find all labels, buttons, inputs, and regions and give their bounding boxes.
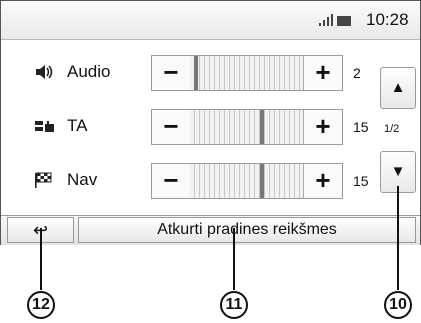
callout-11: 11 bbox=[220, 291, 248, 319]
row-audio: Audio − + 2 bbox=[1, 53, 381, 93]
status-bar: 10:28 bbox=[1, 1, 420, 40]
signal-icon bbox=[319, 14, 333, 26]
page-indicator: 1/2 bbox=[384, 123, 400, 135]
nav-slider-marker[interactable] bbox=[260, 164, 264, 198]
ta-slider-track[interactable] bbox=[190, 110, 304, 144]
nav-slider-track[interactable] bbox=[190, 164, 304, 198]
audio-volume-slider[interactable]: − + bbox=[151, 55, 343, 91]
ta-minus-button[interactable]: − bbox=[152, 110, 191, 144]
ta-slider-marker[interactable] bbox=[260, 110, 264, 144]
reset-defaults-button[interactable]: Atkurti pradines reikšmes bbox=[78, 217, 416, 243]
callout-10: 10 bbox=[384, 291, 412, 319]
audio-slider-track[interactable] bbox=[190, 56, 304, 90]
row-ta: TA − + 15 bbox=[1, 107, 381, 147]
traffic-announcement-icon bbox=[34, 118, 54, 134]
settings-screen: 10:28 Audio − + 2 TA − + 15 Nav − + 15 ▲… bbox=[0, 0, 421, 245]
audio-plus-button[interactable]: + bbox=[303, 56, 342, 90]
scroll-up-button[interactable]: ▲ bbox=[380, 67, 416, 109]
ta-plus-button[interactable]: + bbox=[303, 110, 342, 144]
speaker-icon bbox=[34, 64, 54, 80]
battery-icon bbox=[337, 16, 351, 26]
row-label-ta: TA bbox=[67, 116, 88, 135]
callout-line-11 bbox=[233, 228, 235, 290]
callout-12: 12 bbox=[27, 291, 55, 319]
row-nav: Nav − + 15 bbox=[1, 161, 381, 201]
audio-value: 2 bbox=[353, 65, 361, 81]
row-label-nav: Nav bbox=[67, 170, 98, 189]
arrow-up-icon: ▲ bbox=[390, 79, 406, 96]
clock: 10:28 bbox=[366, 10, 409, 29]
bottom-bar: ↩ Atkurti pradines reikšmes bbox=[1, 215, 420, 245]
ta-value: 15 bbox=[353, 119, 369, 135]
audio-slider-marker[interactable] bbox=[194, 56, 198, 90]
audio-minus-button[interactable]: − bbox=[152, 56, 191, 90]
callout-line-12 bbox=[40, 228, 42, 290]
checkered-flag-icon bbox=[34, 172, 54, 188]
nav-value: 15 bbox=[353, 173, 369, 189]
nav-plus-button[interactable]: + bbox=[303, 164, 342, 198]
nav-minus-button[interactable]: − bbox=[152, 164, 191, 198]
arrow-down-icon: ▼ bbox=[390, 163, 406, 180]
row-label-audio: Audio bbox=[67, 62, 111, 81]
nav-volume-slider[interactable]: − + bbox=[151, 163, 343, 199]
callout-line-10 bbox=[397, 186, 399, 290]
ta-volume-slider[interactable]: − + bbox=[151, 109, 343, 145]
